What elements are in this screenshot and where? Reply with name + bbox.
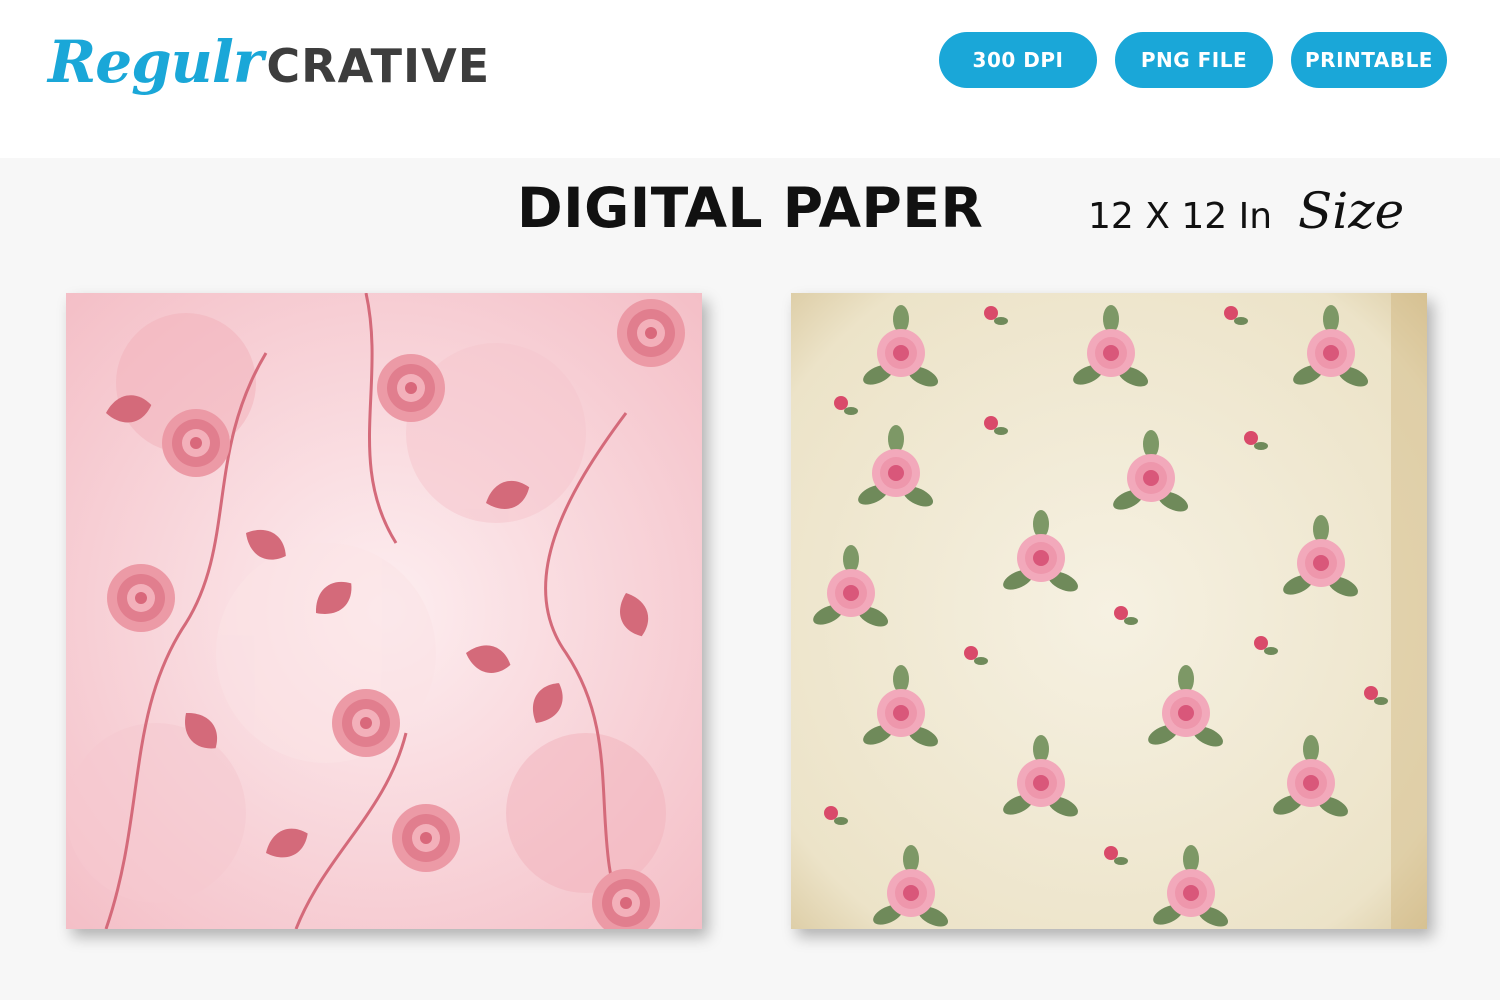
vintage-rose-pattern-image	[791, 293, 1427, 929]
paper-preview-vintage-rose[interactable]	[791, 293, 1427, 929]
badge-file-type: PNG FILE	[1115, 32, 1273, 88]
pink-floral-pattern-image	[66, 293, 702, 929]
paper-preview-pink-floral[interactable]	[66, 293, 702, 929]
page-title: DIGITAL PAPER	[517, 176, 984, 240]
feature-badges: 300 DPI PNG FILE PRINTABLE	[939, 32, 1447, 88]
size-dimensions: 12 X 12 In	[1088, 196, 1273, 237]
badge-dpi: 300 DPI	[939, 32, 1097, 88]
size-word: Size	[1298, 182, 1405, 240]
brand-logo[interactable]: Regulr CRATIVE	[48, 28, 490, 108]
brand-logo-script: Regulr	[48, 28, 263, 96]
size-label: 12 X 12 In Size	[1088, 182, 1404, 240]
badge-printable: PRINTABLE	[1291, 32, 1447, 88]
brand-logo-wordmark: CRATIVE	[266, 39, 491, 93]
header-bar: Regulr CRATIVE 300 DPI PNG FILE PRINTABL…	[0, 0, 1500, 158]
